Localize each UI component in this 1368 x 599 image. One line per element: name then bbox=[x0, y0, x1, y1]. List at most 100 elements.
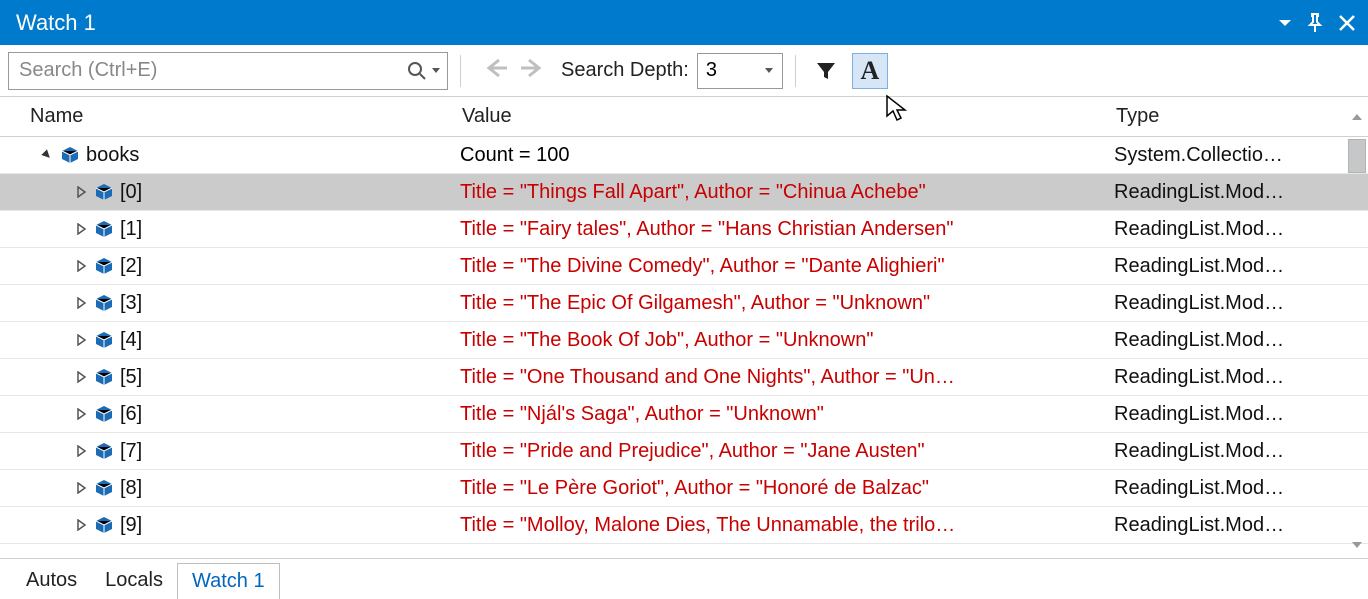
chevron-down-icon[interactable] bbox=[431, 66, 441, 76]
titlebar: Watch 1 bbox=[0, 0, 1368, 45]
variable-name: [4] bbox=[120, 329, 142, 352]
variable-value: Title = "Molloy, Malone Dies, The Unnama… bbox=[460, 514, 1114, 537]
expander-closed-icon[interactable] bbox=[74, 444, 88, 458]
object-icon bbox=[60, 146, 80, 164]
search-depth-label: Search Depth: bbox=[561, 59, 689, 82]
expander-closed-icon[interactable] bbox=[74, 518, 88, 532]
table-row-root[interactable]: books Count = 100 System.Collectio… bbox=[0, 137, 1368, 174]
table-row[interactable]: [7] Title = "Pride and Prejudice", Autho… bbox=[0, 433, 1368, 470]
expander-closed-icon[interactable] bbox=[74, 370, 88, 384]
variable-name: [0] bbox=[120, 181, 142, 204]
variable-type: ReadingList.Mod… bbox=[1114, 403, 1368, 426]
tab-locals[interactable]: Locals bbox=[91, 563, 177, 598]
variable-type: ReadingList.Mod… bbox=[1114, 292, 1368, 315]
pin-icon[interactable] bbox=[1306, 13, 1324, 33]
variable-name: [6] bbox=[120, 403, 142, 426]
search-icon[interactable] bbox=[407, 61, 441, 81]
variable-type: ReadingList.Mod… bbox=[1114, 477, 1368, 500]
column-value-header[interactable]: Value bbox=[462, 105, 1116, 128]
table-row[interactable]: [4] Title = "The Book Of Job", Author = … bbox=[0, 322, 1368, 359]
variable-value: Title = "Things Fall Apart", Author = "C… bbox=[460, 181, 1114, 204]
column-name-header[interactable]: Name bbox=[30, 105, 462, 128]
variable-type: ReadingList.Mod… bbox=[1114, 329, 1368, 352]
table-row[interactable]: [2] Title = "The Divine Comedy", Author … bbox=[0, 248, 1368, 285]
tab-autos[interactable]: Autos bbox=[12, 563, 91, 598]
variable-name: [7] bbox=[120, 440, 142, 463]
variable-value: Title = "Fairy tales", Author = "Hans Ch… bbox=[460, 218, 1114, 241]
nav-forward-icon[interactable] bbox=[519, 56, 547, 86]
nav-back-icon[interactable] bbox=[481, 56, 509, 86]
column-type-header[interactable]: Type bbox=[1116, 105, 1368, 128]
title-actions bbox=[1278, 13, 1356, 33]
toolbar: Search Depth: 3 A bbox=[0, 45, 1368, 97]
variable-type: System.Collectio… bbox=[1114, 144, 1368, 167]
expander-closed-icon[interactable] bbox=[74, 222, 88, 236]
variable-type: ReadingList.Mod… bbox=[1114, 218, 1368, 241]
filter-button[interactable] bbox=[808, 53, 844, 89]
variable-name: [2] bbox=[120, 255, 142, 278]
variable-value: Title = "The Book Of Job", Author = "Unk… bbox=[460, 329, 1114, 352]
variable-type: ReadingList.Mod… bbox=[1114, 366, 1368, 389]
letter-a-icon: A bbox=[860, 56, 879, 86]
object-icon bbox=[94, 331, 114, 349]
variable-name: [9] bbox=[120, 514, 142, 537]
variable-name: [5] bbox=[120, 366, 142, 389]
object-icon bbox=[94, 479, 114, 497]
window-menu-icon[interactable] bbox=[1278, 16, 1292, 30]
object-icon bbox=[94, 257, 114, 275]
separator bbox=[460, 55, 461, 87]
variable-value: Title = "Njál's Saga", Author = "Unknown… bbox=[460, 403, 1114, 426]
text-highlight-button[interactable]: A bbox=[852, 53, 888, 89]
object-icon bbox=[94, 220, 114, 238]
bottom-tabs: AutosLocalsWatch 1 bbox=[0, 558, 1368, 598]
object-icon bbox=[94, 183, 114, 201]
table-row[interactable]: [8] Title = "Le Père Goriot", Author = "… bbox=[0, 470, 1368, 507]
search-box[interactable] bbox=[8, 52, 448, 90]
expander-closed-icon[interactable] bbox=[74, 296, 88, 310]
variable-name: [8] bbox=[120, 477, 142, 500]
separator bbox=[795, 55, 796, 87]
variable-value: Title = "The Epic Of Gilgamesh", Author … bbox=[460, 292, 1114, 315]
scrollbar-thumb[interactable] bbox=[1348, 139, 1366, 173]
variable-value: Count = 100 bbox=[460, 144, 1114, 167]
table-row[interactable]: [6] Title = "Njál's Saga", Author = "Unk… bbox=[0, 396, 1368, 433]
search-input[interactable] bbox=[19, 59, 407, 82]
table-row[interactable]: [9] Title = "Molloy, Malone Dies, The Un… bbox=[0, 507, 1368, 544]
column-headers: Name Value Type bbox=[0, 97, 1368, 137]
object-icon bbox=[94, 516, 114, 534]
expander-open-icon[interactable] bbox=[40, 148, 54, 162]
variable-value: Title = "Le Père Goriot", Author = "Hono… bbox=[460, 477, 1114, 500]
object-icon bbox=[94, 442, 114, 460]
variable-value: Title = "Pride and Prejudice", Author = … bbox=[460, 440, 1114, 463]
expander-closed-icon[interactable] bbox=[74, 259, 88, 273]
variable-type: ReadingList.Mod… bbox=[1114, 181, 1368, 204]
object-icon bbox=[94, 294, 114, 312]
tab-watch-1[interactable]: Watch 1 bbox=[177, 563, 280, 599]
search-depth-select[interactable]: 3 bbox=[697, 53, 783, 89]
expander-closed-icon[interactable] bbox=[74, 185, 88, 199]
table-row[interactable]: [0] Title = "Things Fall Apart", Author … bbox=[0, 174, 1368, 211]
scroll-up-icon[interactable] bbox=[1346, 111, 1368, 123]
search-depth-value: 3 bbox=[706, 59, 717, 82]
scroll-down-icon[interactable] bbox=[1346, 534, 1368, 556]
variable-type: ReadingList.Mod… bbox=[1114, 255, 1368, 278]
variable-value: Title = "One Thousand and One Nights", A… bbox=[460, 366, 1114, 389]
object-icon bbox=[94, 368, 114, 386]
expander-closed-icon[interactable] bbox=[74, 481, 88, 495]
variable-name: [1] bbox=[120, 218, 142, 241]
table-row[interactable]: [3] Title = "The Epic Of Gilgamesh", Aut… bbox=[0, 285, 1368, 322]
expander-closed-icon[interactable] bbox=[74, 407, 88, 421]
object-icon bbox=[94, 405, 114, 423]
variable-name: [3] bbox=[120, 292, 142, 315]
close-icon[interactable] bbox=[1338, 14, 1356, 32]
chevron-down-icon bbox=[764, 66, 774, 76]
variable-value: Title = "The Divine Comedy", Author = "D… bbox=[460, 255, 1114, 278]
watch-grid: books Count = 100 System.Collectio… [0] … bbox=[0, 137, 1368, 558]
variable-type: ReadingList.Mod… bbox=[1114, 440, 1368, 463]
table-row[interactable]: [5] Title = "One Thousand and One Nights… bbox=[0, 359, 1368, 396]
window-title: Watch 1 bbox=[16, 10, 96, 36]
table-row[interactable]: [1] Title = "Fairy tales", Author = "Han… bbox=[0, 211, 1368, 248]
expander-closed-icon[interactable] bbox=[74, 333, 88, 347]
variable-type: ReadingList.Mod… bbox=[1114, 514, 1368, 537]
variable-name: books bbox=[86, 144, 139, 167]
